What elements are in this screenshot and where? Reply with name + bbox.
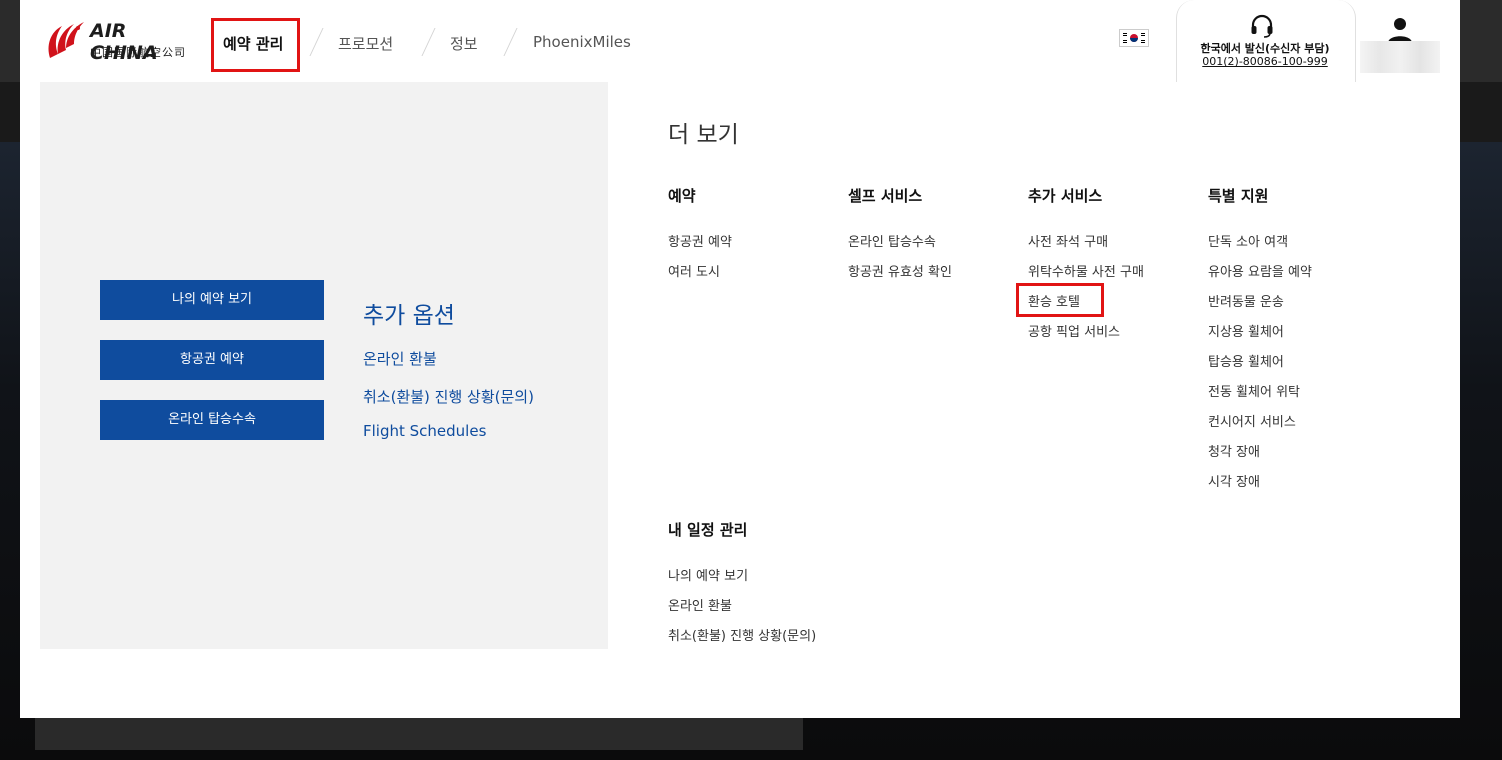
link-unaccompanied-minor[interactable]: 단독 소아 여객: [1208, 231, 1288, 250]
link-refund-status[interactable]: 취소(환불) 진행 상황(문의): [668, 625, 816, 644]
link-visually-impaired[interactable]: 시각 장애: [1208, 471, 1260, 490]
mega-menu: AIR CHINA 中国国际航空公司 예약 관리 프로모션 정보 Phoenix…: [20, 0, 1460, 718]
link-boarding-wheelchair[interactable]: 탑승용 휠체어: [1208, 351, 1284, 370]
air-china-logo[interactable]: AIR CHINA 中国国际航空公司: [44, 18, 194, 64]
headset-icon: [1251, 14, 1273, 38]
column-heading-special-assistance: 특별 지원: [1208, 187, 1269, 205]
link-concierge[interactable]: 컨시어지 서비스: [1208, 411, 1296, 430]
column-heading-extra-services: 추가 서비스: [1028, 187, 1103, 205]
extra-link-flight-schedules[interactable]: Flight Schedules: [363, 422, 486, 440]
logo-chinese-text: 中国国际航空公司: [90, 46, 186, 59]
column-heading-my-itinerary: 내 일정 관리: [668, 521, 748, 539]
my-reservation-button[interactable]: 나의 예약 보기: [100, 280, 324, 320]
extra-options-title: 추가 옵션: [363, 303, 455, 329]
highlight-box-nav: [211, 18, 300, 72]
extra-link-refund-status[interactable]: 취소(환불) 진행 상황(문의): [363, 386, 534, 407]
link-ticket-validity[interactable]: 항공권 유효성 확인: [848, 261, 952, 280]
nav-promotion[interactable]: 프로모션: [338, 33, 393, 54]
link-ground-wheelchair[interactable]: 지상용 휠체어: [1208, 321, 1284, 340]
link-book-flight[interactable]: 항공권 예약: [668, 231, 732, 250]
nav-separator: [503, 28, 518, 56]
link-electric-wheelchair[interactable]: 전동 휠체어 위탁: [1208, 381, 1300, 400]
link-multi-city[interactable]: 여러 도시: [668, 261, 720, 280]
background-panel: [35, 718, 803, 750]
korea-flag-icon[interactable]: [1119, 29, 1149, 47]
link-my-reservation[interactable]: 나의 예약 보기: [668, 565, 748, 584]
link-online-refund[interactable]: 온라인 환불: [668, 595, 732, 614]
link-pet-transport[interactable]: 반려동물 운송: [1208, 291, 1284, 310]
book-flight-button[interactable]: 항공권 예약: [100, 340, 324, 380]
user-icon: [1388, 18, 1412, 43]
highlight-box-transit-hotel: [1016, 283, 1104, 317]
extra-link-online-refund[interactable]: 온라인 환불: [363, 348, 437, 369]
user-name-blurred: [1360, 41, 1440, 73]
link-airport-pickup[interactable]: 공항 픽업 서비스: [1028, 321, 1120, 340]
contact-label: 한국에서 발신(수신자 부담): [1200, 42, 1330, 55]
nav-info[interactable]: 정보: [450, 33, 478, 54]
phoenix-logo-icon: [48, 22, 84, 58]
link-bassinet[interactable]: 유아용 요람을 예약: [1208, 261, 1312, 280]
column-heading-booking: 예약: [668, 187, 696, 205]
link-seat-purchase[interactable]: 사전 좌석 구매: [1028, 231, 1108, 250]
nav-phoenixmiles[interactable]: PhoenixMiles: [533, 33, 631, 51]
left-panel: 나의 예약 보기 항공권 예약 온라인 탑승수속 추가 옵션 온라인 환불 취소…: [40, 82, 608, 649]
nav-separator: [309, 28, 324, 56]
contact-phone-link[interactable]: 001(2)-80086-100-999: [1180, 55, 1350, 68]
nav-separator: [421, 28, 436, 56]
link-baggage-purchase[interactable]: 위탁수하물 사전 구매: [1028, 261, 1144, 280]
link-online-checkin[interactable]: 온라인 탑승수속: [848, 231, 936, 250]
column-heading-self-service: 셀프 서비스: [848, 187, 923, 205]
link-hearing-impaired[interactable]: 청각 장애: [1208, 441, 1260, 460]
online-checkin-button[interactable]: 온라인 탑승수속: [100, 400, 324, 440]
more-title: 더 보기: [668, 122, 739, 148]
